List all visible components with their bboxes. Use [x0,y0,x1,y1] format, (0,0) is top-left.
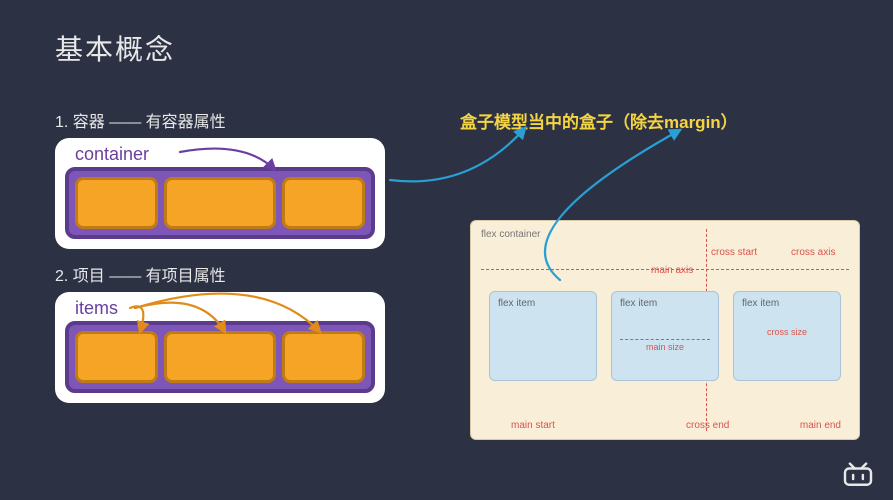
main-end-label: main end [800,420,841,431]
callout-text: 盒子模型当中的盒子（除去margin） [460,108,738,133]
flex-item-box [164,331,275,383]
main-axis-label: main axis [651,265,693,276]
flex-item-box [282,177,365,229]
section-1-label: 1. 容器 —— 有容器属性 [55,108,226,132]
container-box [65,167,375,239]
flex-spec-item: flex item main size [611,291,719,381]
flex-item-box [282,331,365,383]
main-size-label: main size [646,342,684,352]
flex-items-row: flex item flex item main size flex item … [489,291,841,381]
flex-item-box [75,331,158,383]
items-box [65,321,375,393]
flex-item-box [75,177,158,229]
cross-axis-label: cross axis [791,247,835,258]
flex-item-box [164,177,275,229]
container-label: container [75,144,149,165]
items-illustration-card: items [55,292,385,403]
flex-item-label: flex item [498,298,535,309]
flex-spec-item: flex item cross size [733,291,841,381]
flex-container-label: flex container [481,229,540,240]
items-label: items [75,298,118,319]
container-illustration-card: container [55,138,385,249]
flex-item-label: flex item [742,298,779,309]
flex-spec-diagram: flex container cross start cross axis ma… [470,220,860,440]
cross-end-label: cross end [686,420,729,431]
main-axis-line [481,269,849,270]
main-start-label: main start [511,420,555,431]
flex-item-label: flex item [620,298,657,309]
flex-spec-item: flex item [489,291,597,381]
section-2-label: 2. 项目 —— 有项目属性 [55,262,226,286]
cross-size-label: cross size [767,327,807,337]
cross-start-label: cross start [711,247,757,258]
slide-title: 基本概念 [55,28,175,68]
bilibili-icon [841,462,875,488]
